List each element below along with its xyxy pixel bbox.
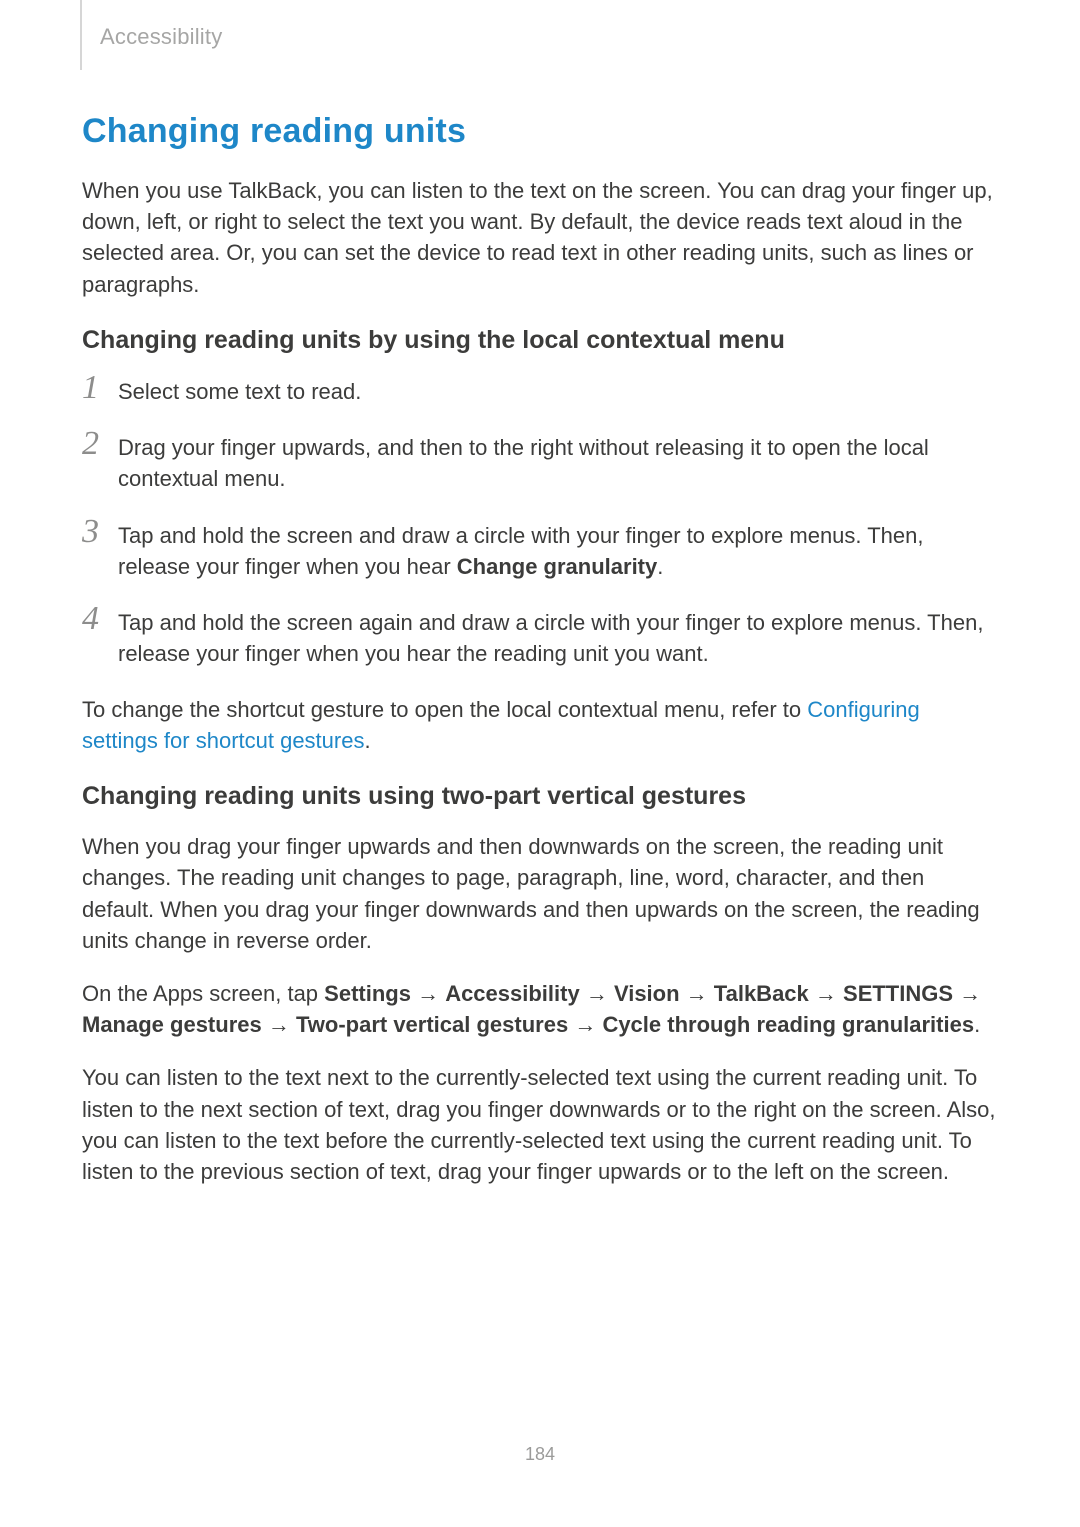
- path-arrow-icon: →: [953, 981, 981, 1006]
- step-item: 2 Drag your finger upwards, and then to …: [82, 431, 998, 494]
- text-run: .: [364, 728, 370, 753]
- page-number: 184: [0, 1444, 1080, 1465]
- step-text-post: .: [657, 554, 663, 579]
- section-divider-line: [80, 0, 82, 70]
- heading-level-3: Changing reading units using two-part ve…: [82, 782, 998, 811]
- ordered-steps: 1 Select some text to read. 2 Drag your …: [82, 375, 998, 670]
- heading-level-2: Changing reading units: [82, 112, 998, 151]
- path-arrow-icon: →: [411, 981, 445, 1006]
- step-text: Select some text to read.: [118, 375, 998, 407]
- path-arrow-icon: →: [680, 981, 714, 1006]
- path-arrow-icon: →: [262, 1012, 296, 1037]
- heading-level-3: Changing reading units by using the loca…: [82, 326, 998, 355]
- path-item: Settings: [324, 981, 411, 1006]
- path-item: Vision: [614, 981, 680, 1006]
- path-item: Manage gestures: [82, 1012, 262, 1037]
- intro-paragraph: When you use TalkBack, you can listen to…: [82, 175, 998, 300]
- running-header: Accessibility: [100, 24, 222, 50]
- path-item: Two-part vertical gestures: [296, 1012, 568, 1037]
- path-item: Accessibility: [445, 981, 580, 1006]
- path-arrow-icon: →: [568, 1012, 602, 1037]
- step-text: Tap and hold the screen again and draw a…: [118, 606, 998, 669]
- path-item: Cycle through reading granularities: [602, 1012, 974, 1037]
- text-run: To change the shortcut gesture to open t…: [82, 697, 807, 722]
- body-paragraph: When you drag your finger upwards and th…: [82, 831, 998, 956]
- body-paragraph: You can listen to the text next to the c…: [82, 1062, 998, 1187]
- step-number: 1: [82, 371, 118, 405]
- step-text-bold: Change granularity: [457, 554, 657, 579]
- step-item: 3 Tap and hold the screen and draw a cir…: [82, 519, 998, 582]
- step-item: 1 Select some text to read.: [82, 375, 998, 407]
- path-item: SETTINGS: [843, 981, 953, 1006]
- step-number: 3: [82, 515, 118, 549]
- path-item: TalkBack: [714, 981, 809, 1006]
- navigation-path-paragraph: On the Apps screen, tap Settings → Acces…: [82, 978, 998, 1040]
- text-run: On the Apps screen, tap: [82, 981, 324, 1006]
- path-arrow-icon: →: [809, 981, 843, 1006]
- step-text: Drag your finger upwards, and then to th…: [118, 431, 998, 494]
- step-item: 4 Tap and hold the screen again and draw…: [82, 606, 998, 669]
- step-text: Tap and hold the screen and draw a circl…: [118, 519, 998, 582]
- path-arrow-icon: →: [580, 981, 614, 1006]
- step-number: 4: [82, 602, 118, 636]
- page-content: Changing reading units When you use Talk…: [82, 112, 998, 1213]
- text-run: .: [974, 1012, 980, 1037]
- step-number: 2: [82, 427, 118, 461]
- cross-reference-paragraph: To change the shortcut gesture to open t…: [82, 694, 998, 756]
- page: Accessibility Changing reading units Whe…: [0, 0, 1080, 1527]
